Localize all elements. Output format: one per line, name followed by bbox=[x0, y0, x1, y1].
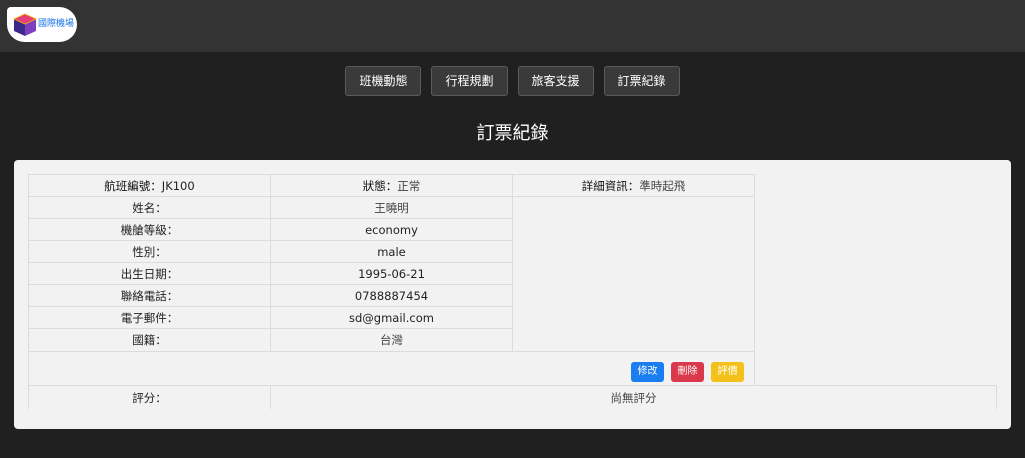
detail-label: 詳細資訊： bbox=[581, 178, 640, 193]
flight-number-cell: 航班編號： JK100 bbox=[28, 174, 271, 197]
rating-label: 評分： bbox=[132, 390, 167, 405]
cabin-class-value-cell: economy bbox=[270, 218, 513, 241]
delete-button[interactable]: 刪除 bbox=[671, 362, 704, 382]
detail-blank-area bbox=[512, 196, 755, 352]
gender-label-cell: 性別： bbox=[28, 240, 271, 263]
name-value-cell: 王曉明 bbox=[270, 196, 513, 219]
phone-label-cell: 聯絡電話： bbox=[28, 284, 271, 307]
gender-value-cell: male bbox=[270, 240, 513, 263]
main-nav: 班機動態 行程規劃 旅客支援 訂票紀錄 bbox=[0, 66, 1025, 96]
cabin-class-label-cell: 機艙等級： bbox=[28, 218, 271, 241]
phone-value: 0788887454 bbox=[354, 288, 429, 303]
status-cell: 狀態： 正常 bbox=[270, 174, 513, 197]
airport-logo[interactable]: 國際機場 bbox=[7, 7, 77, 42]
name-value: 王曉明 bbox=[374, 200, 409, 215]
email-label: 電子郵件： bbox=[120, 310, 179, 325]
logo-text: 國際機場 bbox=[38, 19, 75, 29]
detail-value: 準時起飛 bbox=[639, 178, 686, 193]
edit-button[interactable]: 修改 bbox=[631, 362, 664, 382]
gender-value: male bbox=[377, 244, 406, 259]
flight-number-value: JK100 bbox=[161, 178, 195, 193]
status-label: 狀態： bbox=[362, 178, 398, 193]
name-label: 姓名： bbox=[132, 200, 167, 215]
nav-flight-status[interactable]: 班機動態 bbox=[345, 66, 422, 96]
nav-booking-records[interactable]: 訂票紀錄 bbox=[603, 66, 680, 96]
top-header: 國際機場 bbox=[0, 0, 1025, 52]
flight-number-label: 航班編號： bbox=[104, 178, 162, 193]
birth-date-value: 1995-06-21 bbox=[358, 266, 425, 281]
cabin-class-value: economy bbox=[365, 222, 418, 237]
nationality-label: 國籍： bbox=[132, 333, 167, 347]
rating-value-cell: 尚無評分 bbox=[270, 385, 997, 409]
email-value-cell: sd@gmail.com bbox=[270, 306, 513, 329]
nav-trip-planning[interactable]: 行程規劃 bbox=[431, 66, 508, 96]
birth-date-label-cell: 出生日期： bbox=[28, 262, 271, 285]
rating-value: 尚無評分 bbox=[610, 390, 657, 405]
cabin-class-label: 機艙等級： bbox=[120, 222, 179, 237]
detail-cell: 詳細資訊： 準時起飛 bbox=[512, 174, 755, 197]
birth-date-value-cell: 1995-06-21 bbox=[270, 262, 513, 285]
gender-label: 性別： bbox=[132, 244, 167, 259]
phone-label: 聯絡電話： bbox=[120, 288, 179, 303]
cube-logo-icon bbox=[13, 13, 37, 36]
email-label-cell: 電子郵件： bbox=[28, 306, 271, 329]
nationality-value-cell: 台灣 bbox=[270, 328, 513, 352]
phone-value-cell: 0788887454 bbox=[270, 284, 513, 307]
review-button[interactable]: 評價 bbox=[711, 362, 744, 382]
page-title: 訂票紀錄 bbox=[476, 123, 549, 144]
nav-passenger-support[interactable]: 旅客支援 bbox=[517, 66, 594, 96]
rating-label-cell: 評分： bbox=[28, 385, 271, 409]
email-value: sd@gmail.com bbox=[349, 310, 434, 325]
name-label-cell: 姓名： bbox=[28, 196, 271, 219]
status-value: 正常 bbox=[397, 178, 421, 193]
birth-date-label: 出生日期： bbox=[120, 266, 179, 281]
nationality-label-cell: 國籍： bbox=[28, 328, 271, 352]
nationality-value: 台灣 bbox=[380, 333, 403, 347]
booking-record-card: 航班編號： JK100 狀態： 正常 詳細資訊： 準時起飛 姓名： 王曉明 機艙等級：… bbox=[14, 160, 1011, 429]
